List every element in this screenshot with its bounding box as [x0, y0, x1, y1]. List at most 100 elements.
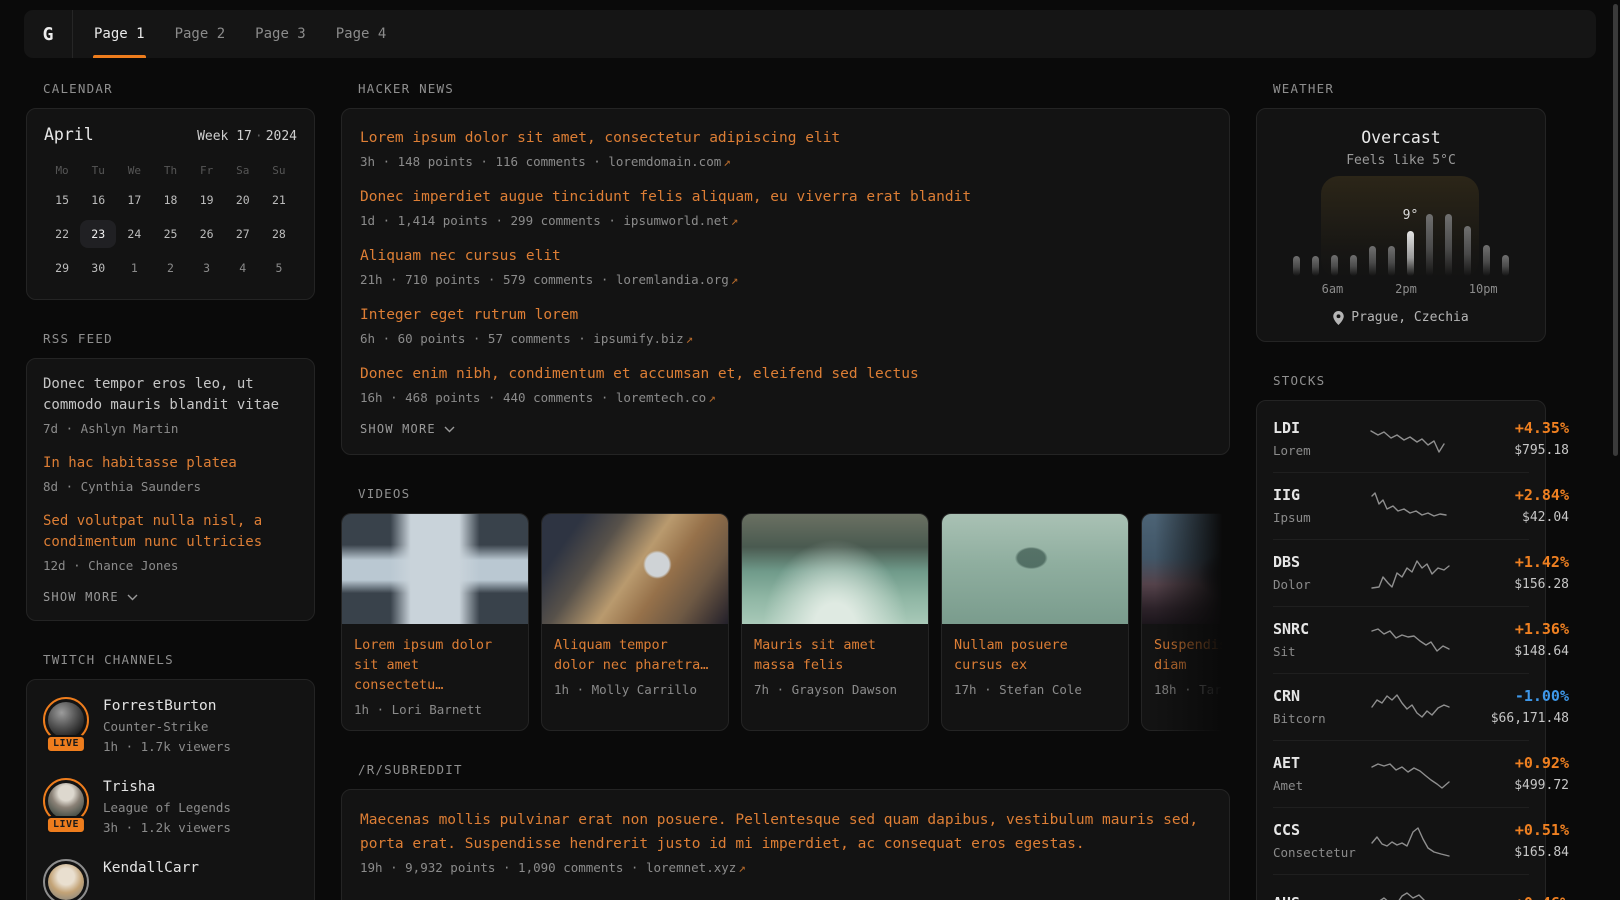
- stock-identity: CRNBitcorn: [1273, 687, 1369, 727]
- twitch-channel[interactable]: KendallCarr: [43, 859, 298, 900]
- reddit-post-meta: 19h · 9,932 points · 1,090 comments · lo…: [360, 860, 1211, 875]
- twitch-card: LIVEForrestBurtonCounter-Strike1h · 1.7k…: [26, 679, 315, 900]
- nav-tab-page-2[interactable]: Page 2: [160, 10, 241, 58]
- video-meta: 1h · Molly Carrillo: [554, 682, 716, 697]
- reddit-widget-title: /R/SUBREDDIT: [358, 761, 1230, 778]
- external-link-icon: ↗: [684, 331, 694, 346]
- stock-symbol: AET: [1273, 754, 1369, 773]
- external-link-icon: ↗: [706, 390, 716, 405]
- stock-symbol: IIG: [1273, 486, 1369, 505]
- twitch-channel-info: KendallCarr: [103, 859, 199, 900]
- nav-tab-page-4[interactable]: Page 4: [321, 10, 402, 58]
- calendar-year: 2024: [266, 129, 297, 144]
- rss-item-title[interactable]: In hac habitasse platea: [43, 453, 298, 474]
- weather-bar: [1464, 226, 1471, 276]
- stock-symbol: CCS: [1273, 821, 1369, 840]
- video-thumbnail-camera[interactable]: [542, 514, 728, 624]
- video-card[interactable]: Nullam posuere cursus ex17h · Stefan Col…: [941, 513, 1129, 731]
- reddit-widget: /R/SUBREDDIT Maecenas mollis pulvinar er…: [341, 761, 1230, 900]
- stock-price: $66,171.48: [1453, 710, 1569, 727]
- twitch-channel-viewers: 1h · 1.7k viewers: [103, 738, 231, 756]
- stock-values: +0.46%: [1453, 894, 1569, 900]
- rss-list: Donec tempor eros leo, ut commodo mauris…: [43, 374, 298, 575]
- video-title[interactable]: Lorem ipsum dolor sit amet consectetu…: [354, 635, 516, 695]
- stock-symbol: CRN: [1273, 687, 1369, 706]
- stock-identity: CCS Consectetur: [1273, 821, 1369, 861]
- calendar-day: 30: [80, 254, 116, 282]
- video-title[interactable]: Mauris sit amet massa felis: [754, 635, 916, 675]
- hackernews-show-more-button[interactable]: SHOW MORE: [360, 422, 455, 436]
- weather-current-temp: 9°: [1403, 208, 1419, 223]
- hackernews-item-domain-link[interactable]: ipsumworld.net↗: [623, 213, 738, 228]
- stock-sparkline: [1369, 422, 1453, 456]
- reddit-card: Maecenas mollis pulvinar erat non posuer…: [341, 789, 1230, 900]
- nav-tab-page-1[interactable]: Page 1: [79, 10, 160, 58]
- twitch-channel-name[interactable]: Trisha: [103, 778, 231, 797]
- rss-show-more-button[interactable]: SHOW MORE: [43, 590, 138, 604]
- calendar-weekday: Mo: [44, 160, 80, 180]
- stocks-widget: STOCKS LDILorem+4.35%$795.18IIGIpsum+2.8…: [1256, 372, 1546, 900]
- video-title[interactable]: Aliquam tempor dolor nec pharetra…: [554, 635, 716, 675]
- stock-name: Dolor: [1273, 576, 1369, 593]
- stock-values: +4.35%$795.18: [1453, 419, 1569, 459]
- weather-widget: WEATHER Overcast Feels like 5°C 9° 6am2p…: [1256, 80, 1546, 342]
- stock-change: +0.46%: [1453, 894, 1569, 900]
- video-thumbnail-monument[interactable]: [342, 514, 528, 624]
- hackernews-item-title[interactable]: Donec enim nibh, condimentum et accumsan…: [360, 363, 1211, 385]
- stock-name: Consectetur: [1273, 844, 1369, 861]
- hackernews-item-meta-text: 16h · 468 points · 440 comments ·: [360, 390, 616, 405]
- video-card[interactable]: Suspendisse diam18h · Tara: [1141, 513, 1230, 731]
- hackernews-item-title[interactable]: Donec imperdiet augue tincidunt felis al…: [360, 186, 1211, 208]
- hackernews-item-title[interactable]: Lorem ipsum dolor sit amet, consectetur …: [360, 127, 1211, 149]
- scrollbar-thumb[interactable]: [1613, 4, 1618, 456]
- stock-values: -1.00%$66,171.48: [1453, 687, 1569, 727]
- calendar-widget: CALENDAR April Week 17·2024 MoTuWeThFrSa…: [26, 80, 315, 300]
- hackernews-item-meta: 3h · 148 points · 116 comments · loremdo…: [360, 152, 1211, 171]
- chevron-down-icon: [444, 426, 455, 433]
- stock-name: Sit: [1273, 643, 1369, 660]
- weather-hour-label: 6am: [1322, 282, 1344, 296]
- avatar: [43, 859, 89, 900]
- video-title[interactable]: Nullam posuere cursus ex: [954, 635, 1116, 675]
- stock-row: IIGIpsum+2.84%$42.04: [1273, 472, 1529, 539]
- hackernews-item-title[interactable]: Integer eget rutrum lorem: [360, 304, 1211, 326]
- hackernews-item-meta-text: 1d · 1,414 points · 299 comments ·: [360, 213, 623, 228]
- twitch-list: LIVEForrestBurtonCounter-Strike1h · 1.7k…: [43, 697, 298, 900]
- hackernews-item-meta: 16h · 468 points · 440 comments · loremt…: [360, 388, 1211, 407]
- video-title[interactable]: Suspendisse diam: [1154, 635, 1230, 675]
- reddit-post-domain: loremnet.xyz: [646, 860, 736, 875]
- twitch-channel[interactable]: LIVETrishaLeague of Legends3h · 1.2k vie…: [43, 778, 298, 837]
- video-card[interactable]: Lorem ipsum dolor sit amet consectetu…1h…: [341, 513, 529, 731]
- stock-change: +1.42%: [1453, 553, 1569, 572]
- nav-tab-page-3[interactable]: Page 3: [240, 10, 321, 58]
- calendar-day: 16: [80, 186, 116, 214]
- weather-bar-slot: [1325, 184, 1344, 276]
- location-pin-icon: [1333, 311, 1344, 325]
- hackernews-item-domain: ipsumworld.net: [623, 213, 728, 228]
- twitch-channel-name[interactable]: ForrestBurton: [103, 697, 231, 716]
- video-meta: 7h · Grayson Dawson: [754, 682, 916, 697]
- rss-item-title[interactable]: Sed volutpat nulla nisl, a condimentum n…: [43, 511, 298, 553]
- rss-item-title[interactable]: Donec tempor eros leo, ut commodo mauris…: [43, 374, 298, 416]
- stock-sparkline: [1369, 623, 1453, 657]
- twitch-channel-name[interactable]: KendallCarr: [103, 859, 199, 878]
- video-card[interactable]: Aliquam tempor dolor nec pharetra… 1h · M…: [541, 513, 729, 731]
- hackernews-item-domain-link[interactable]: loremtech.co↗: [616, 390, 716, 405]
- separator-dot: ·: [252, 129, 266, 144]
- reddit-post-title[interactable]: Maecenas mollis pulvinar erat non posuer…: [360, 808, 1211, 856]
- rss-widget: RSS FEED Donec tempor eros leo, ut commo…: [26, 330, 315, 621]
- hackernews-item-domain-link[interactable]: loremlandia.org↗: [616, 272, 738, 287]
- video-thumbnail-sea[interactable]: [742, 514, 928, 624]
- video-card[interactable]: Mauris sit amet massa felis 7h · Grayson …: [741, 513, 929, 731]
- reddit-post-domain-link[interactable]: loremnet.xyz↗: [646, 860, 746, 875]
- hackernews-item-meta-text: 3h · 148 points · 116 comments ·: [360, 154, 608, 169]
- video-thumbnail-canoe[interactable]: [942, 514, 1128, 624]
- stock-identity: AHS: [1273, 894, 1369, 900]
- video-thumbnail-fog[interactable]: [1142, 514, 1230, 624]
- twitch-channel[interactable]: LIVEForrestBurtonCounter-Strike1h · 1.7k…: [43, 697, 298, 756]
- calendar-grid: MoTuWeThFrSaSu15161718192021222324252627…: [44, 160, 297, 282]
- hackernews-item-domain-link[interactable]: loremdomain.com↗: [608, 154, 730, 169]
- stocks-card: LDILorem+4.35%$795.18IIGIpsum+2.84%$42.0…: [1256, 400, 1546, 900]
- hackernews-item-domain-link[interactable]: ipsumify.biz↗: [593, 331, 693, 346]
- hackernews-item-title[interactable]: Aliquam nec cursus elit: [360, 245, 1211, 267]
